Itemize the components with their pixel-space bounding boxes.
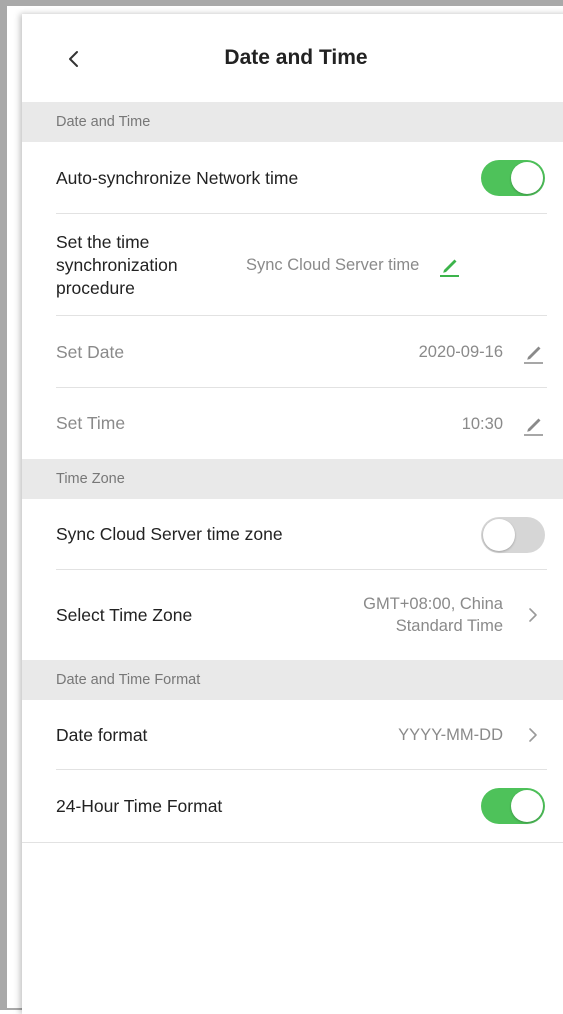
date-format-row[interactable]: Date format YYYY-MM-DD — [22, 700, 563, 770]
toggle-knob — [511, 790, 543, 822]
pencil-icon[interactable] — [519, 410, 547, 438]
select-time-zone-value: GMT+08:00, China Standard Time — [363, 595, 503, 635]
auto-sync-row[interactable]: Auto-synchronize Network time — [22, 142, 563, 214]
header: Date and Time — [22, 14, 563, 102]
chevron-right-icon — [529, 608, 537, 622]
sync-procedure-value: Sync Cloud Server time — [246, 256, 420, 274]
pencil-icon[interactable] — [519, 338, 547, 366]
section-header-date-time: Date and Time — [22, 102, 563, 142]
set-time-label: Set Time — [56, 413, 126, 433]
hour-format-row[interactable]: 24-Hour Time Format — [22, 770, 563, 842]
pencil-icon[interactable] — [435, 251, 463, 279]
set-date-label: Set Date — [56, 341, 125, 362]
hour-format-toggle[interactable] — [481, 788, 545, 824]
sync-time-zone-toggle[interactable] — [481, 516, 545, 553]
sync-procedure-label: Set the time synchronization procedure — [56, 231, 178, 298]
set-time-value: 10:30 — [461, 414, 503, 433]
set-time-row[interactable]: Set Time 10:30 — [22, 388, 563, 459]
date-format-value: YYYY-MM-DD — [398, 726, 503, 744]
set-date-value: 2020-09-16 — [418, 343, 503, 361]
select-time-zone-label: Select Time Zone — [56, 604, 193, 625]
sync-time-zone-label: Sync Cloud Server time zone — [56, 524, 283, 544]
date-format-label: Date format — [56, 724, 148, 745]
sync-procedure-row[interactable]: Set the time synchronization procedure S… — [22, 214, 563, 316]
page-title: Date and Time — [224, 46, 368, 69]
auto-sync-toggle[interactable] — [481, 160, 545, 196]
select-time-zone-row[interactable]: Select Time Zone GMT+08:00, China Standa… — [22, 570, 563, 660]
sync-time-zone-row[interactable]: Sync Cloud Server time zone — [22, 499, 563, 570]
auto-sync-label: Auto-synchronize Network time — [56, 167, 299, 188]
set-date-row[interactable]: Set Date 2020-09-16 — [22, 316, 563, 388]
screen: Date and Time Date and Time Auto-synchro… — [22, 14, 563, 1014]
hour-format-label: 24-Hour Time Format — [56, 795, 223, 816]
section-header-time-zone: Time Zone — [22, 459, 563, 499]
toggle-knob — [483, 518, 515, 551]
divider — [22, 842, 563, 843]
toggle-knob — [511, 162, 543, 194]
device-frame: Date and Time Date and Time Auto-synchro… — [0, 0, 563, 1014]
section-header-format: Date and Time Format — [22, 660, 563, 700]
chevron-right-icon — [529, 728, 537, 742]
